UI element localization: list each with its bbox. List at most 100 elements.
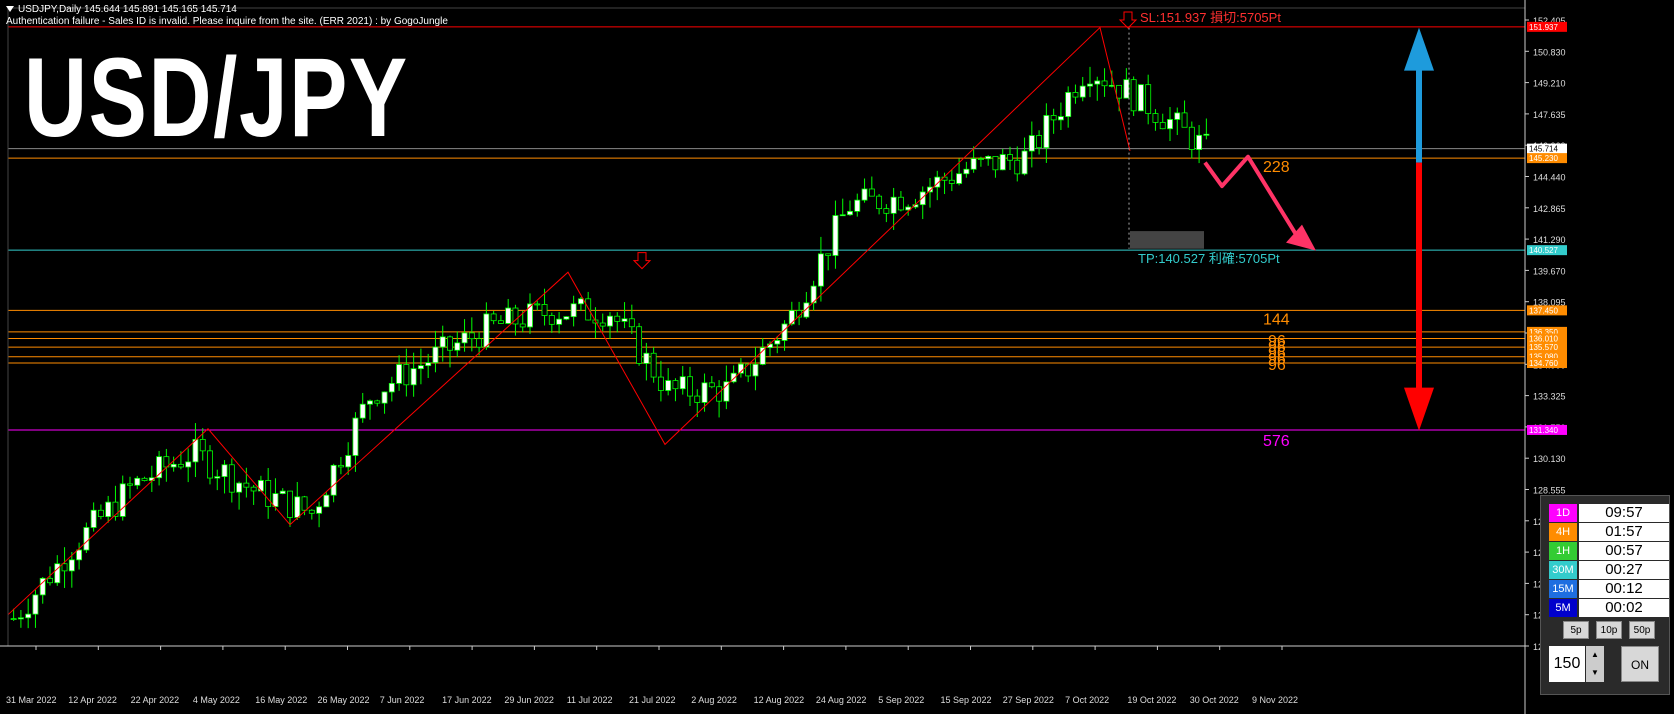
candle-body [665,380,672,391]
candle-body [577,298,584,305]
candle-body [90,509,97,528]
candle-body [1043,115,1050,149]
candle-body [985,156,992,160]
bar-count-field[interactable]: 150 [1549,646,1585,682]
candle-timer-panel: 1D 09:57 4H 01:57 1H 00:57 30M 00:27 15M 00:12 5M 0… [1540,495,1670,695]
candle-body [236,482,243,493]
level-count-label: 228 [1263,159,1290,176]
candle-body [723,381,730,402]
candle-body [83,527,90,551]
time-tick-label: 22 Apr 2022 [131,695,180,705]
candle-body [556,318,563,325]
time-tick-label: 9 Nov 2022 [1252,695,1298,705]
candle-body [585,298,592,321]
candle-body [679,376,686,390]
candle-body [1079,85,1086,98]
candle-body [25,613,32,619]
candle-body [1014,159,1021,175]
candle-body [977,158,984,160]
spin-up-icon[interactable]: ▲ [1586,646,1604,664]
candle-body [490,313,497,322]
candle-body [890,196,897,214]
price-level-tag-label: 134.760 [1529,359,1558,368]
collapse-triangle-icon[interactable] [6,6,14,13]
candle-body [447,336,453,351]
candle-body [847,210,853,216]
timer-on-button[interactable]: ON [1621,646,1659,682]
candle-body [701,382,708,403]
candle-body [32,594,39,615]
zoom-10p-button[interactable]: 10p [1596,621,1622,639]
candle-body [1094,80,1101,85]
candle-body [1072,92,1079,98]
candle-body [963,168,970,175]
bar-count-spinner[interactable]: ▲ ▼ [1586,646,1604,682]
up-arrow-head-icon [1404,27,1434,71]
time-tick-label: 16 May 2022 [255,695,307,705]
candle-body [548,315,555,325]
candle-body [1021,150,1028,175]
candle-body [774,340,781,345]
price-level-tag-label: 151.937 [1529,23,1558,32]
candle-body [817,253,824,287]
time-tick-label: 2 Aug 2022 [691,695,737,705]
candle-body [301,496,308,511]
candle-body [127,483,133,486]
candle-body [367,400,373,405]
candle-body [221,464,228,477]
time-tick-label: 12 Apr 2022 [68,695,117,705]
zoom-50p-button[interactable]: 50p [1629,621,1655,639]
candle-body [359,403,366,419]
candle-body [999,154,1006,171]
candle-body [948,179,955,184]
zoom-5p-button[interactable]: 5p [1563,621,1589,639]
price-level-tag-label: 137.450 [1529,306,1558,315]
candle-body [250,486,257,492]
candle-body [381,391,388,404]
candle-body [417,365,424,370]
price-level-tag-label: 131.340 [1529,426,1558,435]
chart-big-title: USD/JPY [24,35,409,160]
candle-body [897,196,904,211]
price-tick-label: 141.290 [1533,235,1566,245]
spin-down-icon[interactable]: ▼ [1586,664,1604,682]
candle-body [272,493,279,507]
candle-body [883,208,890,214]
chart-root[interactable]: SL:151.937 損切:5705Pt TP:140.527 利確:5705Pt… [0,0,1674,714]
timer-row: 4H 01:57 [1549,523,1669,541]
time-tick-label: 12 Aug 2022 [754,695,805,705]
candle-body [992,156,999,171]
candle-body [541,304,548,316]
candle-body [396,364,403,384]
timer-countdown: 00:27 [1579,561,1669,579]
timer-row: 15M 00:12 [1549,580,1669,598]
candle-body [1167,119,1173,130]
price-tick-label: 147.635 [1533,110,1566,120]
candle-body [519,323,526,328]
time-tick-label: 7 Jun 2022 [380,695,425,705]
time-tick-label: 4 May 2022 [193,695,240,705]
candle-body [505,307,512,324]
candle-body [1123,79,1130,99]
candle-body [876,195,883,210]
candle-body [1028,135,1035,152]
candle-body [374,400,381,404]
price-tick-label: 142.865 [1533,204,1566,214]
candle-body [432,346,439,364]
timer-timeframe-label: 15M [1549,580,1577,598]
price-level-tag-label: 140.527 [1529,246,1558,255]
time-tick-label: 17 Jun 2022 [442,695,492,705]
time-tick-label: 19 Oct 2022 [1127,695,1176,705]
price-tick-label: 139.670 [1533,266,1566,276]
candle-body [68,559,75,572]
candle-body [1145,84,1152,114]
timer-countdown: 00:12 [1579,580,1669,598]
candle-body [214,476,221,479]
candle-body [534,303,541,306]
candle-body [636,326,643,364]
candle-body [134,477,141,486]
candle-body [919,191,926,206]
timer-countdown: 01:57 [1579,523,1669,541]
candle-body [1057,116,1064,121]
price-tick-label: 150.830 [1533,47,1566,57]
